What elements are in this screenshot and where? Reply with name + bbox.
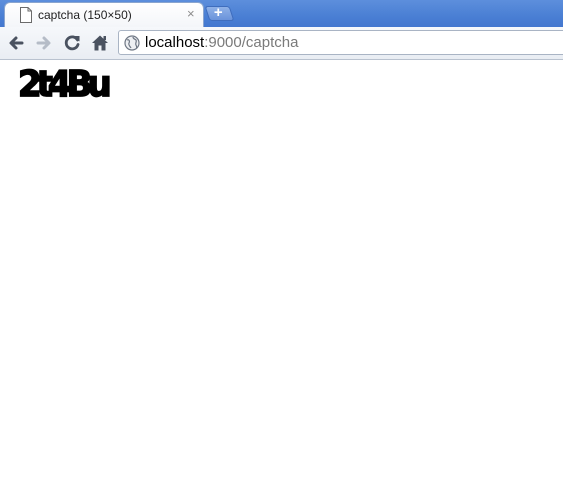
close-icon[interactable]: × [187, 6, 195, 22]
tab-title: captcha (150×50) [38, 8, 132, 22]
back-arrow-icon[interactable] [6, 33, 26, 53]
forward-arrow-icon[interactable] [34, 33, 54, 53]
browser-window: captcha (150×50) × + localhost:9000/capt… [0, 0, 563, 482]
new-tab-button[interactable]: + [204, 4, 235, 21]
home-icon[interactable] [90, 33, 110, 53]
plus-icon: + [213, 4, 223, 21]
toolbar: localhost:9000/captcha [0, 27, 563, 60]
page-content: 2t4Bu [0, 60, 563, 482]
captcha-image: 2t4Bu [17, 63, 115, 106]
tab-captcha[interactable]: captcha (150×50) × [4, 2, 204, 27]
url-path: :9000/captcha [204, 34, 299, 51]
globe-icon [124, 35, 140, 51]
address-bar[interactable]: localhost:9000/captcha [118, 30, 563, 55]
reload-icon[interactable] [62, 33, 82, 53]
tab-strip: captcha (150×50) × + [0, 0, 563, 27]
url-text[interactable]: localhost:9000/captcha [145, 34, 298, 52]
url-host: localhost [145, 34, 205, 51]
captcha-text: 2t4Bu [18, 64, 109, 105]
document-icon [20, 7, 32, 23]
